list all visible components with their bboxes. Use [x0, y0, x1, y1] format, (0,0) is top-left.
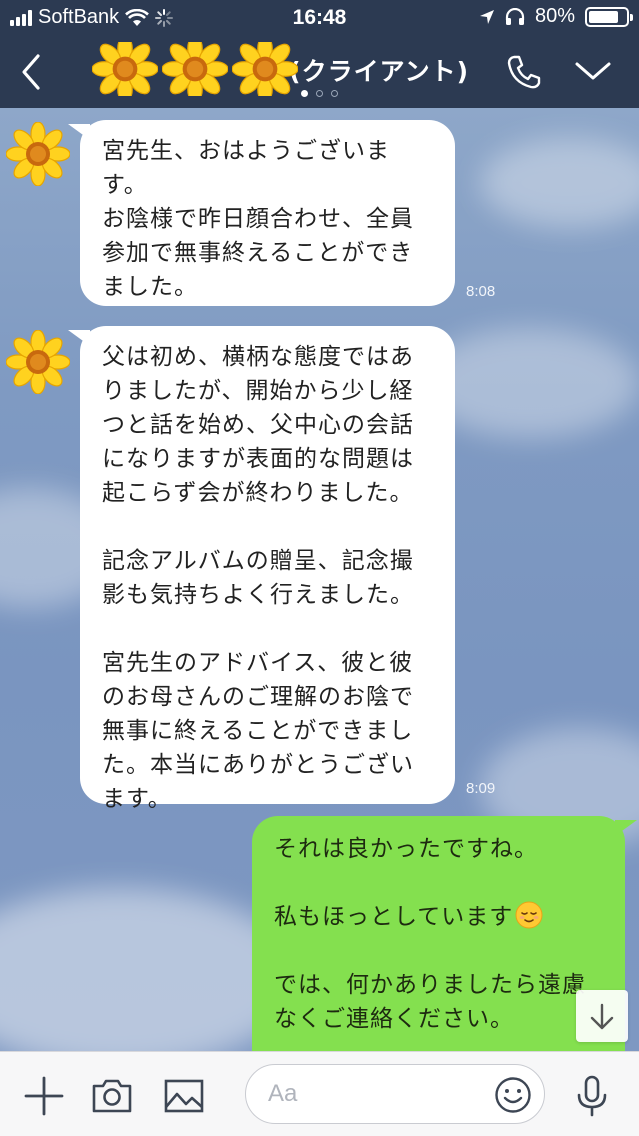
chat-header: (クライアント): [0, 36, 639, 108]
sunflower-avatar-icon[interactable]: [6, 330, 70, 394]
outgoing-message[interactable]: それは良かったですね。 私もほっとしていますでは、何かありましたら遠慮 なくご連絡…: [252, 816, 637, 1051]
sunflower-icon: [92, 42, 158, 96]
arrow-down-icon: [590, 1003, 614, 1030]
page-dot: [301, 90, 308, 97]
back-chevron-icon: [22, 54, 40, 90]
emoji-button[interactable]: [494, 1076, 532, 1114]
battery-level-fill: [589, 10, 618, 23]
add-button[interactable]: [22, 1074, 66, 1118]
message-time: 8:09: [466, 780, 496, 797]
relieved-face-emoji-icon: [515, 901, 543, 929]
camera-button[interactable]: [90, 1074, 134, 1118]
message-line: 私もほっとしています: [274, 904, 514, 930]
chat-title-area[interactable]: (クライアント): [90, 42, 469, 96]
image-button[interactable]: [162, 1074, 206, 1118]
smiley-icon: [495, 1077, 531, 1113]
camera-icon: [92, 1079, 132, 1113]
image-icon: [164, 1079, 204, 1113]
voice-input-button[interactable]: [570, 1074, 614, 1118]
background-cloud: [480, 138, 639, 228]
message-line: では、何かありましたら遠慮 なくご連絡ください。: [274, 972, 586, 1032]
microphone-icon: [577, 1075, 607, 1117]
battery-percent: 80%: [534, 5, 575, 27]
phone-icon: [507, 55, 541, 89]
incoming-message[interactable]: 宮先生、おはようございま す。 お陰様で昨日顔合わせ、全員 参加で無事終えること…: [68, 120, 455, 306]
back-button[interactable]: [14, 52, 50, 92]
message-line: それは良かったですね。: [274, 836, 538, 862]
page-dot: [331, 90, 338, 97]
title-sunflower-emojis: [92, 42, 298, 96]
battery-icon: [585, 6, 633, 27]
status-bar: SoftBank 16:48 80%: [0, 0, 639, 36]
page-dot: [316, 90, 323, 97]
scroll-to-bottom-button[interactable]: [576, 990, 628, 1042]
sunflower-avatar-icon[interactable]: [6, 122, 70, 186]
chat-area[interactable]: 宮先生、おはようございま す。 お陰様で昨日顔合わせ、全員 参加で無事終えること…: [0, 108, 639, 1051]
menu-dropdown-button[interactable]: [573, 56, 613, 86]
page-indicator: [0, 90, 639, 97]
call-button[interactable]: [503, 52, 543, 92]
location-arrow-icon: [479, 9, 494, 24]
incoming-message[interactable]: 父は初め、横柄な態度ではあ りましたが、開始から少し経 つと話を始め、父中心の会…: [68, 326, 455, 812]
headphones-icon: [505, 7, 525, 25]
chevron-down-icon: [575, 62, 611, 80]
sunflower-icon: [232, 42, 298, 96]
sunflower-icon: [162, 42, 228, 96]
message-toolbar: Aa: [0, 1051, 639, 1136]
plus-icon: [24, 1076, 64, 1116]
chat-title: (クライアント): [289, 57, 469, 86]
message-time: 8:08: [466, 283, 496, 300]
